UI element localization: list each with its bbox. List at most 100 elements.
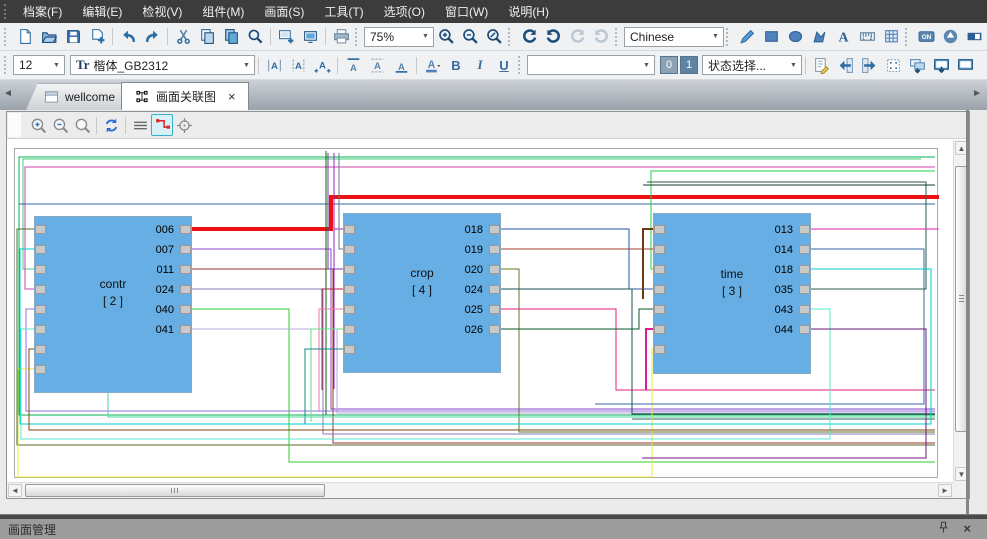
input-pin[interactable] bbox=[35, 265, 46, 274]
grid-table-button[interactable] bbox=[879, 25, 903, 49]
toolbar-grip[interactable] bbox=[355, 28, 361, 46]
chevron-down-icon[interactable]: ▼ bbox=[420, 28, 431, 46]
input-pin[interactable] bbox=[35, 285, 46, 294]
output-pin[interactable] bbox=[489, 325, 500, 334]
char-spacing-button[interactable]: A bbox=[286, 53, 310, 77]
nav-back-button[interactable] bbox=[833, 53, 857, 77]
wire[interactable] bbox=[192, 197, 939, 229]
input-pin[interactable] bbox=[654, 225, 665, 234]
input-pin[interactable] bbox=[35, 365, 46, 374]
rotate-cw-disabled-button[interactable] bbox=[565, 25, 589, 49]
input-pin[interactable] bbox=[344, 225, 355, 234]
tab-scroll-left-button[interactable]: ◄ bbox=[3, 88, 13, 99]
tab-screen-relation[interactable]: 画面关联图 × bbox=[121, 82, 249, 110]
save-add-button[interactable] bbox=[85, 25, 109, 49]
wire[interactable] bbox=[192, 289, 935, 434]
pen-button[interactable] bbox=[735, 25, 759, 49]
wire[interactable] bbox=[501, 309, 653, 329]
scroll-left-icon[interactable]: ◄ bbox=[8, 484, 22, 497]
output-pin[interactable] bbox=[799, 285, 810, 294]
pin-icon[interactable] bbox=[937, 521, 950, 537]
block-contr[interactable]: contr[ 2 ]006007011024040041 bbox=[34, 216, 192, 393]
toolbar-grip[interactable] bbox=[4, 28, 10, 46]
switch-part-button[interactable] bbox=[962, 25, 986, 49]
input-pin[interactable] bbox=[344, 265, 355, 274]
redo-button[interactable] bbox=[140, 25, 164, 49]
line-list-button[interactable] bbox=[129, 114, 151, 136]
chevron-down-icon[interactable]: ▼ bbox=[51, 56, 62, 74]
menu-view[interactable]: 检视(V) bbox=[132, 0, 192, 23]
chevron-down-icon[interactable]: ▼ bbox=[710, 28, 721, 46]
input-pin[interactable] bbox=[344, 245, 355, 254]
zoom-out-button[interactable] bbox=[458, 25, 482, 49]
output-pin[interactable] bbox=[489, 245, 500, 254]
paste-button[interactable] bbox=[219, 25, 243, 49]
input-pin[interactable] bbox=[35, 305, 46, 314]
print-button[interactable] bbox=[329, 25, 353, 49]
output-pin[interactable] bbox=[180, 285, 191, 294]
input-pin[interactable] bbox=[654, 265, 665, 274]
align-center-button[interactable]: A bbox=[365, 53, 389, 77]
input-pin[interactable] bbox=[654, 285, 665, 294]
menu-components[interactable]: 组件(M) bbox=[192, 0, 254, 23]
zoom-in-button[interactable] bbox=[434, 25, 458, 49]
bold-button[interactable]: B bbox=[444, 53, 468, 77]
diagram-canvas[interactable]: contr[ 2 ]006007011024040041crop[ 4 ]018… bbox=[7, 140, 953, 482]
button-on-button[interactable]: ON bbox=[914, 25, 938, 49]
font-color-button[interactable]: A bbox=[420, 53, 444, 77]
output-pin[interactable] bbox=[799, 265, 810, 274]
menu-tools[interactable]: 工具(T) bbox=[314, 0, 373, 23]
menu-edit[interactable]: 编辑(E) bbox=[72, 0, 132, 23]
menu-window[interactable]: 窗口(W) bbox=[435, 0, 498, 23]
input-pin[interactable] bbox=[35, 245, 46, 254]
zoom-level-combo[interactable]: 75% ▼ bbox=[364, 27, 434, 47]
align-top-button[interactable]: A bbox=[341, 53, 365, 77]
output-pin[interactable] bbox=[489, 225, 500, 234]
screen-monitor-button[interactable] bbox=[929, 53, 953, 77]
chevron-down-icon[interactable]: ▼ bbox=[788, 56, 799, 74]
find-button[interactable] bbox=[243, 25, 267, 49]
shape-polygon-button[interactable] bbox=[807, 25, 831, 49]
state-select-combo[interactable]: 状态选择... ▼ bbox=[702, 55, 802, 75]
fan-part-button[interactable] bbox=[938, 25, 962, 49]
chevron-down-icon[interactable]: ▼ bbox=[241, 56, 252, 74]
horizontal-scroll-thumb[interactable] bbox=[25, 484, 325, 497]
output-pin[interactable] bbox=[799, 325, 810, 334]
input-pin[interactable] bbox=[344, 305, 355, 314]
scale-ruler-button[interactable]: 12 bbox=[855, 25, 879, 49]
output-pin[interactable] bbox=[799, 245, 810, 254]
tab-close-icon[interactable]: × bbox=[228, 92, 236, 102]
screen-open-button[interactable] bbox=[298, 25, 322, 49]
wire[interactable] bbox=[311, 329, 343, 422]
output-pin[interactable] bbox=[180, 305, 191, 314]
refresh-button[interactable] bbox=[100, 114, 122, 136]
undo-button[interactable] bbox=[116, 25, 140, 49]
toolbar-grip[interactable] bbox=[726, 28, 732, 46]
shape-ellipse-button[interactable] bbox=[783, 25, 807, 49]
menu-file[interactable]: 档案(F) bbox=[13, 0, 72, 23]
output-pin[interactable] bbox=[799, 305, 810, 314]
input-pin[interactable] bbox=[654, 245, 665, 254]
window-splitter[interactable] bbox=[966, 110, 969, 514]
nav-forward-button[interactable] bbox=[857, 53, 881, 77]
align-bottom-button[interactable]: A bbox=[389, 53, 413, 77]
tab-wellcome[interactable]: wellcome bbox=[26, 83, 127, 110]
rotate-ccw-disabled-button[interactable] bbox=[589, 25, 613, 49]
czoom-button[interactable] bbox=[71, 114, 93, 136]
output-pin[interactable] bbox=[489, 285, 500, 294]
horizontal-scrollbar[interactable]: ◄ ► bbox=[7, 482, 953, 498]
cut-button[interactable] bbox=[171, 25, 195, 49]
toolbar-grip[interactable] bbox=[518, 56, 524, 74]
state-1-button[interactable]: 1 bbox=[680, 56, 698, 74]
font-family-combo[interactable]: Tr 楷体_GB2312 ▼ bbox=[70, 55, 255, 75]
dot-grid-button[interactable] bbox=[881, 53, 905, 77]
toolbar-grip[interactable] bbox=[4, 56, 10, 74]
open-file-button[interactable] bbox=[37, 25, 61, 49]
char-condense-button[interactable]: A bbox=[262, 53, 286, 77]
toolbar-grip[interactable] bbox=[615, 28, 621, 46]
screen-add-button[interactable] bbox=[274, 25, 298, 49]
input-pin[interactable] bbox=[654, 305, 665, 314]
crosshair-button[interactable] bbox=[173, 114, 195, 136]
menu-screen[interactable]: 画面(S) bbox=[254, 0, 314, 23]
output-pin[interactable] bbox=[180, 225, 191, 234]
